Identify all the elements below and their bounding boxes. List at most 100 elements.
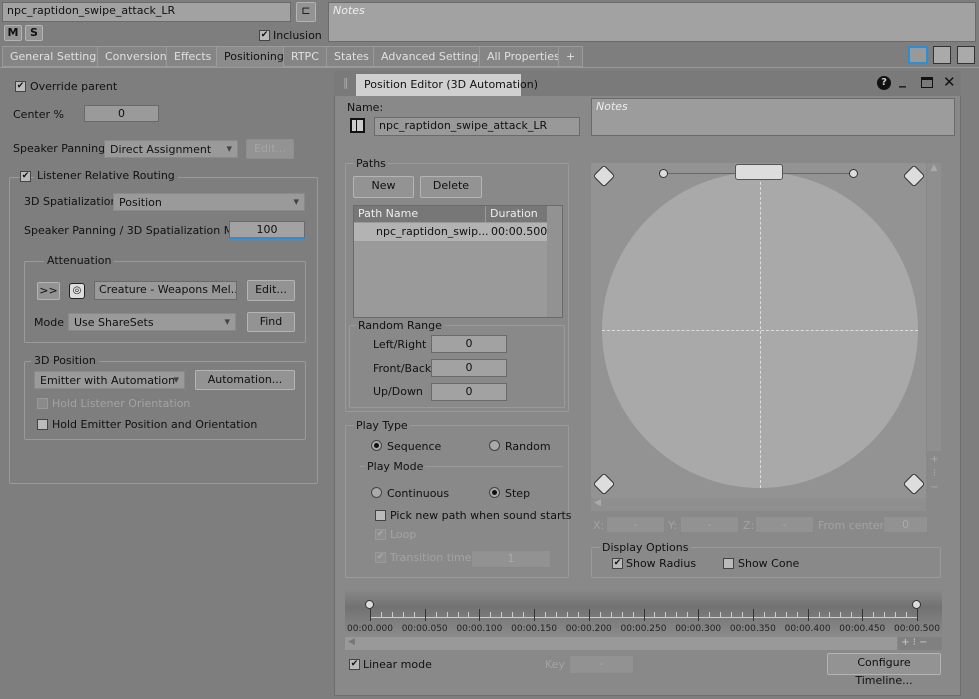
solo-button[interactable]: S xyxy=(25,25,43,41)
3d-position-select[interactable]: Emitter with Automation xyxy=(34,371,185,389)
object-name-field[interactable]: npc_raptidon_swipe_attack_LR xyxy=(2,2,291,22)
layout-stack-icon[interactable] xyxy=(957,46,975,64)
mix-label: Speaker Panning / 3D Spatialization Mix xyxy=(24,224,243,237)
random-radio[interactable] xyxy=(489,440,500,451)
x-label: X: xyxy=(593,519,605,532)
mode-select[interactable]: Use ShareSets xyxy=(68,313,236,331)
step-radio[interactable] xyxy=(489,487,500,498)
editor-tab[interactable]: Position Editor (3D Automation) xyxy=(356,74,538,96)
view-vertical-scrollbar[interactable]: ▲ xyxy=(927,163,941,451)
attenuation-expand-button[interactable]: >> xyxy=(37,282,60,300)
z-field[interactable]: - xyxy=(755,516,814,533)
y-field[interactable]: - xyxy=(680,516,739,533)
new-path-button[interactable]: New xyxy=(353,176,414,198)
tab-all-properties[interactable]: All Properties xyxy=(479,46,568,67)
tab-rtpc[interactable]: RTPC xyxy=(283,46,327,67)
editor-notes-field[interactable]: Notes xyxy=(591,98,955,136)
help-icon[interactable]: ? xyxy=(877,76,891,90)
timeline-key-start[interactable] xyxy=(365,600,374,609)
timeline-tick-mark xyxy=(676,612,678,617)
listener-routing-label: Listener Relative Routing xyxy=(34,169,178,182)
speaker-panning-edit-button[interactable]: Edit... xyxy=(246,139,294,159)
tab-positioning[interactable]: Positioning xyxy=(216,46,292,68)
key-field[interactable]: - xyxy=(569,655,634,674)
path-point-start[interactable] xyxy=(659,169,668,178)
timeline-tick-mark xyxy=(555,612,557,617)
timeline-tick-mark xyxy=(479,609,481,621)
transition-time-checkbox[interactable]: ✔ xyxy=(375,552,386,563)
find-button[interactable]: Find xyxy=(247,312,295,332)
drag-handle-icon[interactable]: ‖ xyxy=(343,76,349,89)
name-field[interactable]: npc_raptidon_swipe_attack_LR xyxy=(374,117,580,136)
paths-scrollbar[interactable] xyxy=(547,206,562,317)
inclusion-checkbox[interactable]: ✔ xyxy=(259,30,270,41)
timeline-tick-mark xyxy=(424,609,426,621)
timeline-tick-mark xyxy=(862,609,864,621)
view-horizontal-scrollbar[interactable]: ◀ xyxy=(591,498,926,511)
timeline-tick-mark xyxy=(545,612,547,617)
configure-timeline-button[interactable]: Configure Timeline... xyxy=(827,653,941,687)
override-parent-checkbox[interactable]: ✔ xyxy=(15,81,26,92)
left-right-field[interactable]: 0 xyxy=(431,335,507,353)
hold-emitter-checkbox[interactable] xyxy=(37,419,48,430)
play-type-label: Play Type xyxy=(354,419,410,432)
timeline-key-end[interactable] xyxy=(912,600,921,609)
transition-time-field[interactable]: 1 xyxy=(471,550,551,568)
close-icon[interactable]: ✕ xyxy=(943,73,956,91)
center-field[interactable]: 0 xyxy=(84,105,159,122)
speaker-panning-select[interactable]: Direct Assignment xyxy=(104,140,238,158)
timeline-tick-mark xyxy=(654,612,656,617)
column-duration[interactable]: Duration xyxy=(486,206,547,222)
automation-button[interactable]: Automation... xyxy=(195,370,295,390)
hierarchy-button[interactable]: ⊏ xyxy=(296,2,316,22)
timeline-tick-mark xyxy=(643,609,645,621)
timeline-tick-mark xyxy=(840,612,842,617)
view-zoom-controls[interactable]: + ⁝ − xyxy=(929,453,940,495)
tab-general-settings[interactable]: General Settings xyxy=(2,46,110,67)
sequence-radio[interactable] xyxy=(371,440,382,451)
front-back-field[interactable]: 0 xyxy=(431,359,507,377)
step-label: Step xyxy=(505,487,531,500)
column-path-name[interactable]: Path Name xyxy=(354,206,485,222)
attenuation-edit-button[interactable]: Edit... xyxy=(247,280,295,301)
from-center-field[interactable]: 0 xyxy=(883,516,928,533)
pick-new-path-label: Pick new path when sound starts xyxy=(390,509,572,522)
mute-button[interactable]: M xyxy=(4,25,22,41)
loop-checkbox[interactable]: ✔ xyxy=(375,529,386,540)
timeline-tick-mark xyxy=(621,612,623,617)
timeline-tick-mark xyxy=(731,612,733,617)
override-parent-label: Override parent xyxy=(30,80,118,93)
layout-split-icon[interactable] xyxy=(933,46,951,64)
tab-effects[interactable]: Effects xyxy=(166,46,220,67)
timeline-tick-mark xyxy=(720,612,722,617)
mix-field[interactable]: 100 xyxy=(229,221,305,239)
notes-field[interactable]: Notes xyxy=(328,2,976,42)
timeline-scrollbar[interactable]: ◀ xyxy=(345,637,897,650)
delete-path-button[interactable]: Delete xyxy=(420,176,482,198)
continuous-radio[interactable] xyxy=(371,487,382,498)
sequence-label: Sequence xyxy=(387,440,442,453)
speaker-panning-label: Speaker Panning xyxy=(13,142,106,155)
tab-states[interactable]: States xyxy=(326,46,377,67)
tab-conversion[interactable]: Conversion xyxy=(97,46,175,67)
up-down-field[interactable]: 0 xyxy=(431,383,507,401)
timeline-zoom-controls[interactable]: + ⁝ − xyxy=(898,637,942,650)
x-field[interactable]: - xyxy=(606,516,665,533)
linear-mode-checkbox[interactable]: ✔ xyxy=(349,659,360,670)
show-radius-checkbox[interactable]: ✔ xyxy=(612,558,623,569)
spatialization-select[interactable]: Position xyxy=(113,193,305,211)
attenuation-shareset-field[interactable]: Creature - Weapons Mel... xyxy=(94,281,237,300)
path-point-end[interactable] xyxy=(849,169,858,178)
paths-label: Paths xyxy=(354,157,388,170)
y-label: Y: xyxy=(668,519,677,532)
timeline-tick-label: 00:00.150 xyxy=(511,624,558,634)
tab-advanced-settings[interactable]: Advanced Settings xyxy=(373,46,492,67)
listener-routing-checkbox[interactable]: ✔ xyxy=(20,171,31,182)
minimize-icon[interactable]: _ xyxy=(899,72,906,88)
maximize-icon[interactable] xyxy=(921,77,933,88)
hold-listener-checkbox[interactable] xyxy=(37,398,48,409)
show-cone-checkbox[interactable] xyxy=(723,558,734,569)
tab-add[interactable]: + xyxy=(558,46,584,67)
layout-single-icon[interactable] xyxy=(908,46,928,64)
pick-new-path-checkbox[interactable] xyxy=(375,510,386,521)
